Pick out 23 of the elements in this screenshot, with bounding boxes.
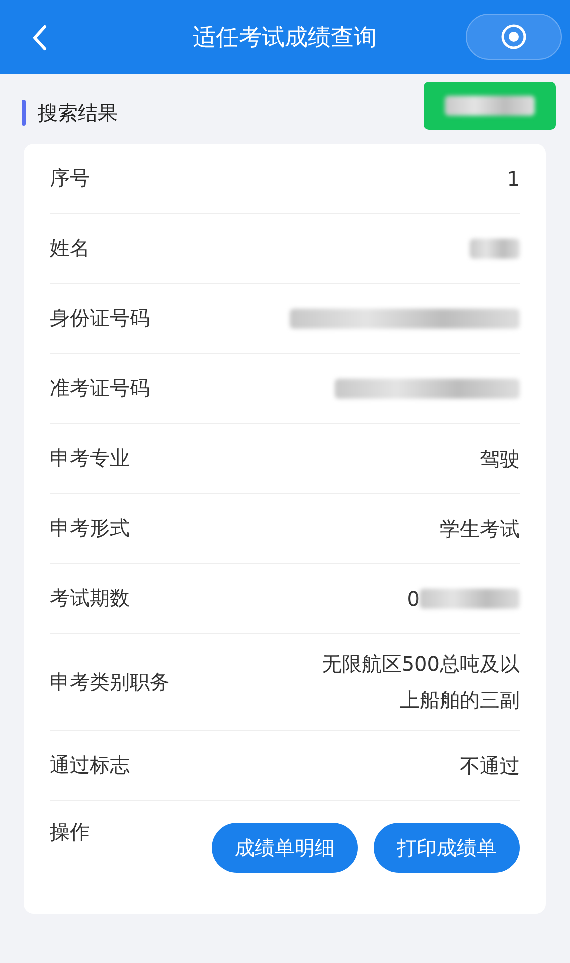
field-value: 0: [407, 586, 420, 612]
field-label: 操作: [50, 819, 90, 846]
section-title: 搜索结果: [38, 100, 118, 126]
back-icon[interactable]: [32, 25, 48, 51]
action-button[interactable]: 成绩单明细: [212, 823, 358, 873]
field-label: 申考形式: [50, 515, 130, 542]
field-value: 1: [507, 166, 520, 192]
field-label: 申考专业: [50, 445, 130, 472]
field-value: 驾驶: [480, 446, 520, 472]
field-label: 通过标志: [50, 752, 130, 779]
action-button[interactable]: 打印成绩单: [374, 823, 520, 873]
field-label: 申考类别职务: [50, 668, 170, 696]
field-label: 准考证号码: [50, 375, 150, 402]
field-label: 姓名: [50, 235, 90, 262]
field-value: 不通过: [460, 752, 520, 780]
field-value: 无限航区500总吨及以上船舶的三副: [320, 651, 520, 714]
field-label: 考试期数: [50, 585, 130, 612]
page-title: 适任考试成绩查询: [193, 24, 377, 52]
capsule-button[interactable]: [466, 14, 562, 60]
field-label: 序号: [50, 165, 90, 192]
field-label: 身份证号码: [50, 305, 150, 332]
field-value: 学生考试: [440, 516, 520, 542]
record-icon: [500, 23, 528, 51]
